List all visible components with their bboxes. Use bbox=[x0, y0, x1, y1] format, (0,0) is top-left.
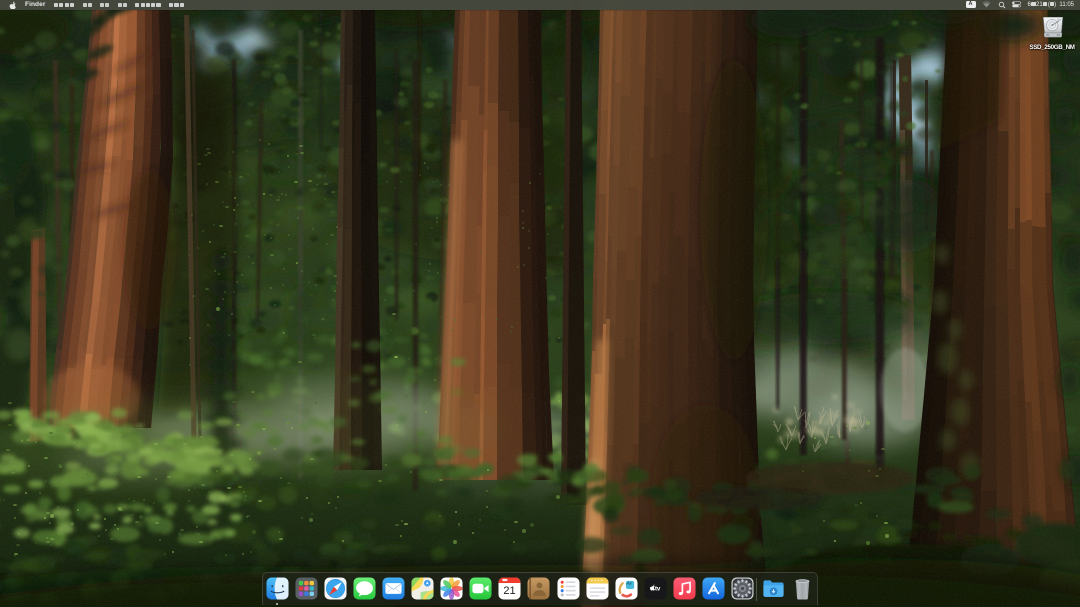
svg-text:21: 21 bbox=[503, 585, 515, 597]
svg-text:tv: tv bbox=[655, 585, 661, 592]
